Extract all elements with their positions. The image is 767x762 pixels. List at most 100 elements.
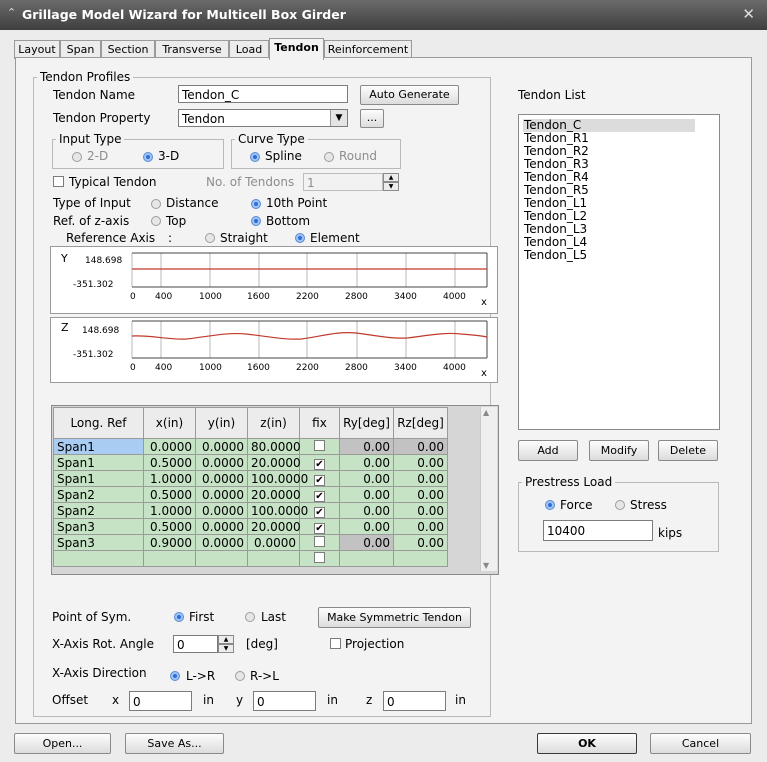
cell-z[interactable] xyxy=(247,550,300,567)
cell-y[interactable]: 0.0000 xyxy=(195,470,248,487)
cell-ry[interactable] xyxy=(339,550,394,567)
ok-button[interactable]: OK xyxy=(537,733,637,754)
cell-rz[interactable]: 0.00 xyxy=(393,502,448,519)
cell-x[interactable] xyxy=(143,550,196,567)
cell-ry[interactable]: 0.00 xyxy=(339,470,394,487)
chevron-icon[interactable]: ⌃ xyxy=(7,6,16,19)
table-row[interactable]: Span3 0.5000 0.0000 20.0000 ✔ 0.00 0.00 xyxy=(53,518,448,535)
fix-checkbox[interactable] xyxy=(314,535,325,547)
column-header[interactable]: Ry[deg] xyxy=(339,407,394,439)
type-of-input-10th-radio[interactable] xyxy=(251,199,261,209)
cell-z[interactable]: 80.0000 xyxy=(247,438,301,455)
tendon-property-more-button[interactable]: ... xyxy=(360,109,384,128)
column-header[interactable]: y(in) xyxy=(195,407,248,439)
no-of-tendons-input[interactable]: 1 xyxy=(303,173,383,191)
cell-z[interactable]: 100.0000 xyxy=(247,470,308,487)
table-row[interactable]: Span1 0.5000 0.0000 20.0000 ✔ 0.00 0.00 xyxy=(53,454,448,471)
cell-y[interactable]: 0.0000 xyxy=(195,486,248,503)
cell-long-ref[interactable]: Span2 xyxy=(53,486,144,503)
cell-x[interactable]: 0.5000 xyxy=(143,518,196,535)
fix-checkbox[interactable]: ✔ xyxy=(314,522,325,534)
cell-fix[interactable]: ✔ xyxy=(299,486,340,503)
ref-z-top-radio[interactable] xyxy=(151,216,161,226)
add-tendon-button[interactable]: Add xyxy=(518,440,578,461)
fix-checkbox[interactable] xyxy=(314,551,325,563)
delete-tendon-button[interactable]: Delete xyxy=(658,440,718,461)
table-row[interactable]: Span2 0.5000 0.0000 20.0000 ✔ 0.00 0.00 xyxy=(53,486,448,503)
stepper-down-icon[interactable]: ▼ xyxy=(383,182,399,191)
tendon-list[interactable]: Tendon_C Tendon_R1 Tendon_R2 Tendon_R3 T… xyxy=(518,114,720,430)
cell-z[interactable]: 0.0000 xyxy=(247,534,300,551)
cell-z[interactable]: 20.0000 xyxy=(247,486,301,503)
cell-rz[interactable]: 0.00 xyxy=(393,518,448,535)
table-row[interactable]: Span3 0.9000 0.0000 0.0000 0.00 0.00 xyxy=(53,534,448,551)
cell-x[interactable]: 0.0000 xyxy=(143,438,196,455)
type-of-input-distance-radio[interactable] xyxy=(151,199,161,209)
cell-x[interactable]: 0.5000 xyxy=(143,486,196,503)
cell-rz[interactable]: 0.00 xyxy=(393,534,448,551)
sym-first-radio[interactable] xyxy=(174,612,184,622)
cell-ry[interactable]: 0.00 xyxy=(339,502,394,519)
prestress-force-radio[interactable] xyxy=(545,500,555,510)
offset-z-input[interactable]: 0 xyxy=(383,691,446,711)
tendon-property-select[interactable]: Tendon ▼ xyxy=(178,109,348,127)
save-as-button[interactable]: Save As... xyxy=(125,733,224,754)
cell-long-ref[interactable]: Span1 xyxy=(53,438,144,455)
cell-ry[interactable]: 0.00 xyxy=(339,486,394,503)
sym-last-radio[interactable] xyxy=(245,612,255,622)
projection-checkbox[interactable] xyxy=(330,638,341,649)
curve-type-spline-radio[interactable] xyxy=(250,152,260,162)
cell-z[interactable]: 100.0000 xyxy=(247,502,308,519)
cell-ry[interactable]: 0.00 xyxy=(339,534,394,551)
cell-y[interactable] xyxy=(195,550,248,567)
list-item[interactable]: Tendon_L5 xyxy=(524,249,587,262)
cell-ry[interactable]: 0.00 xyxy=(339,438,394,455)
table-scrollbar[interactable]: ▲ ▼ xyxy=(480,407,497,571)
column-header[interactable]: fix xyxy=(299,407,340,439)
stepper-up-icon[interactable]: ▲ xyxy=(218,635,234,644)
ref-axis-straight-radio[interactable] xyxy=(205,233,215,243)
cell-long-ref[interactable]: Span2 xyxy=(53,502,144,519)
cell-fix[interactable] xyxy=(299,534,340,551)
dir-rl-radio[interactable] xyxy=(235,671,245,681)
cell-ry[interactable]: 0.00 xyxy=(339,518,394,535)
cell-y[interactable]: 0.0000 xyxy=(195,438,248,455)
fix-checkbox[interactable]: ✔ xyxy=(314,490,325,502)
cell-ry[interactable]: 0.00 xyxy=(339,454,394,471)
cell-long-ref[interactable] xyxy=(53,550,144,567)
cancel-button[interactable]: Cancel xyxy=(650,733,751,754)
table-row-new[interactable] xyxy=(53,550,448,567)
cell-x[interactable]: 0.5000 xyxy=(143,454,196,471)
cell-rz[interactable]: 0.00 xyxy=(393,486,448,503)
cell-y[interactable]: 0.0000 xyxy=(195,534,248,551)
cell-y[interactable]: 0.0000 xyxy=(195,454,248,471)
column-header[interactable]: x(in) xyxy=(143,407,196,439)
offset-x-input[interactable]: 0 xyxy=(129,691,192,711)
ref-axis-element-radio[interactable] xyxy=(295,233,305,243)
input-type-2d-radio[interactable] xyxy=(72,152,82,162)
cell-long-ref[interactable]: Span1 xyxy=(53,454,144,471)
auto-generate-button[interactable]: Auto Generate xyxy=(360,85,459,105)
close-icon[interactable]: ✕ xyxy=(742,5,755,23)
offset-y-input[interactable]: 0 xyxy=(253,691,316,711)
column-header[interactable]: z(in) xyxy=(247,407,300,439)
fix-checkbox[interactable]: ✔ xyxy=(314,474,325,486)
table-row[interactable]: Span1 0.0000 0.0000 80.0000 0.00 0.00 xyxy=(53,438,448,455)
cell-fix[interactable]: ✔ xyxy=(299,454,340,471)
cell-y[interactable]: 0.0000 xyxy=(195,518,248,535)
x-axis-rot-input[interactable]: 0 xyxy=(173,635,218,653)
column-header[interactable]: Long. Ref xyxy=(53,407,144,439)
cell-y[interactable]: 0.0000 xyxy=(195,502,248,519)
cell-fix[interactable]: ✔ xyxy=(299,518,340,535)
x-axis-rot-stepper[interactable]: ▲ ▼ xyxy=(218,635,234,653)
cell-x[interactable]: 1.0000 xyxy=(143,470,196,487)
scroll-down-icon[interactable]: ▼ xyxy=(483,561,489,570)
cell-fix[interactable] xyxy=(299,438,340,455)
input-type-3d-radio[interactable] xyxy=(143,152,153,162)
prestress-value-input[interactable]: 10400 xyxy=(543,520,653,541)
tab-tendon[interactable]: Tendon xyxy=(269,38,324,60)
cell-long-ref[interactable]: Span1 xyxy=(53,470,144,487)
modify-tendon-button[interactable]: Modify xyxy=(589,440,649,461)
curve-type-round-radio[interactable] xyxy=(324,152,334,162)
stepper-down-icon[interactable]: ▼ xyxy=(218,644,234,653)
